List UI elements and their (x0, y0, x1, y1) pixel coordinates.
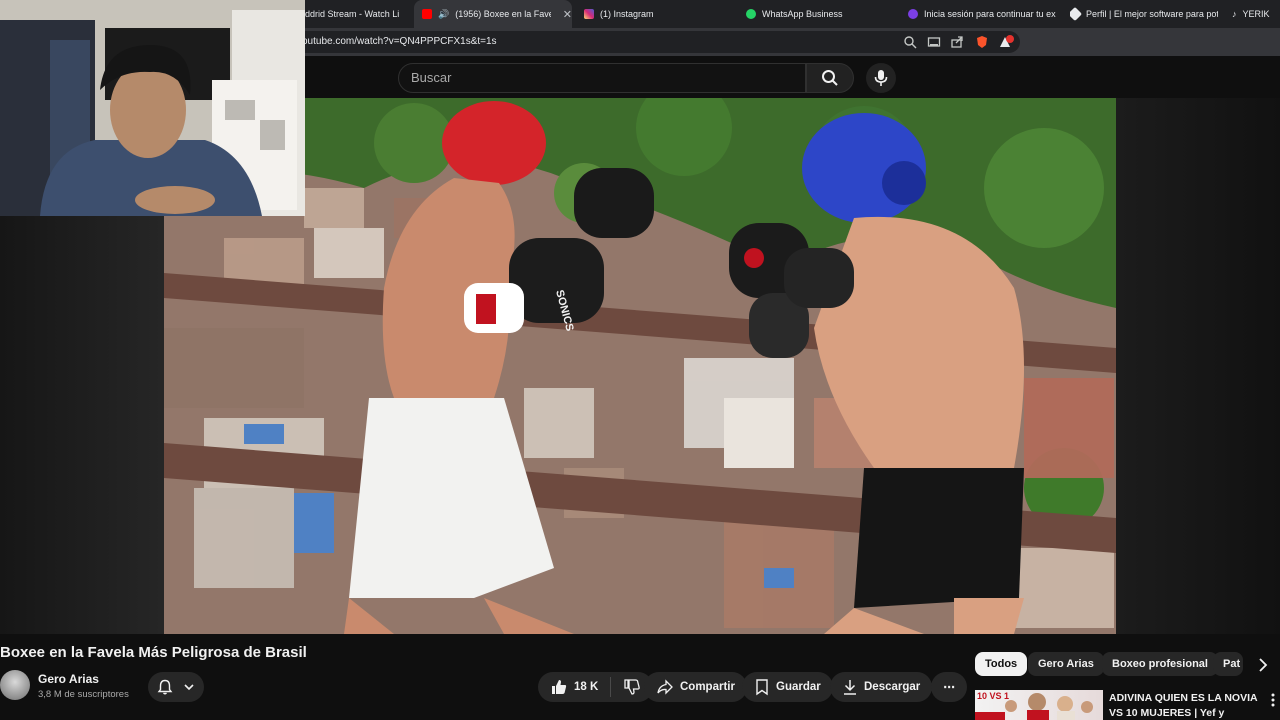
save-label: Guardar (776, 681, 821, 693)
cast-icon[interactable] (927, 35, 941, 49)
youtube-favicon-icon (422, 9, 432, 19)
tab-label: WhatsApp Business (762, 9, 843, 19)
channel-name[interactable]: Gero Arias (38, 672, 99, 686)
browser-tab[interactable]: addrid Stream - Watch Li (300, 0, 410, 28)
share-label: Compartir (680, 681, 735, 693)
login-favicon-icon (908, 9, 918, 19)
like-count: 18 K (574, 681, 599, 693)
tab-label: addrid Stream - Watch Li (300, 9, 400, 19)
browser-tab[interactable]: Inicia sesión para continuar tu exp (908, 0, 1056, 28)
tab-label: YERIK (1242, 9, 1270, 19)
like-button[interactable]: 18 K (550, 678, 598, 696)
browser-tab-active[interactable]: 🔊 (1956) Boxee en la Favela M ✕ (414, 0, 572, 28)
zoom-icon[interactable] (903, 35, 917, 49)
more-actions-button[interactable]: ⋯ (931, 672, 967, 702)
thumbs-down-icon (624, 679, 641, 695)
ambient-glow-right (1116, 98, 1280, 634)
chevron-down-icon (184, 684, 194, 691)
microphone-icon (874, 70, 888, 86)
recommendation-thumbnail[interactable]: 10 VS 1 (975, 690, 1103, 720)
video-scene-illustration: SONICS (164, 98, 1116, 634)
search-icon (822, 70, 838, 86)
tiktok-favicon-icon: ♪ (1232, 9, 1237, 19)
brave-shield-icon[interactable] (975, 35, 989, 49)
download-label: Descargar (864, 681, 921, 693)
tab-label: Inicia sesión para continuar tu exp (924, 9, 1056, 19)
recommendation-title[interactable]: ADIVINA QUIEN ES LA NOVIA VS 10 MUJERES … (1109, 691, 1267, 720)
speaker-icon[interactable]: 🔊 (438, 9, 449, 20)
voice-search-button[interactable] (866, 63, 896, 93)
chevron-right-icon[interactable] (1254, 656, 1272, 674)
subscriber-count: 3,8 M de suscriptores (38, 689, 129, 700)
tab-label: Perfil | El mejor software para pote (1086, 9, 1218, 19)
chip-channel[interactable]: Gero Arias (1028, 652, 1104, 676)
browser-tab[interactable]: (1) Instagram (584, 0, 734, 28)
browser-tab[interactable]: ♪ YERIK (1232, 0, 1280, 28)
divider (610, 677, 612, 697)
video-frame[interactable]: SONICS (164, 98, 1116, 634)
close-icon[interactable]: ✕ (563, 8, 572, 21)
more-icon: ⋯ (943, 682, 955, 694)
video-title: Boxee en la Favela Más Peligrosa de Bras… (0, 644, 307, 661)
notifications-button[interactable] (148, 672, 204, 702)
whatsapp-favicon-icon (746, 9, 756, 19)
webcam-overlay (0, 0, 305, 216)
save-button[interactable]: Guardar (742, 672, 833, 702)
rewards-icon[interactable] (999, 35, 1014, 49)
search-placeholder: Buscar (411, 70, 452, 85)
share-button[interactable]: Compartir (644, 672, 747, 702)
kebab-menu-icon[interactable] (1268, 692, 1278, 708)
chip-truncated[interactable]: Pat (1213, 652, 1243, 676)
tab-label: (1) Instagram (600, 9, 654, 19)
share-icon[interactable] (950, 35, 964, 49)
browser-tab[interactable]: Perfil | El mejor software para pote (1070, 0, 1218, 28)
search-button[interactable] (806, 63, 854, 93)
like-dislike-group: 18 K (538, 672, 654, 702)
webcam-scene (0, 0, 305, 216)
share-arrow-icon (657, 679, 673, 695)
url-text: outube.com/watch?v=QN4PPPCFX1s&t=1s (302, 36, 497, 47)
dislike-button[interactable] (623, 678, 641, 696)
search-input[interactable]: Buscar (398, 63, 806, 93)
chip-boxeo-profesional[interactable]: Boxeo profesional (1102, 652, 1218, 676)
thumbs-up-icon (552, 680, 567, 694)
download-button[interactable]: Descargar (830, 672, 933, 702)
channel-avatar[interactable] (0, 670, 30, 700)
chip-todos[interactable]: Todos (975, 652, 1028, 676)
profile-favicon-icon (1070, 6, 1083, 22)
instagram-favicon-icon (584, 9, 594, 19)
tab-label: (1956) Boxee en la Favela M (455, 9, 551, 19)
download-icon (844, 680, 856, 695)
bell-icon (157, 679, 173, 695)
thumbnail-badge: 10 VS 1 (977, 691, 1010, 701)
browser-tab[interactable]: WhatsApp Business (746, 0, 896, 28)
bookmark-icon (756, 679, 768, 696)
